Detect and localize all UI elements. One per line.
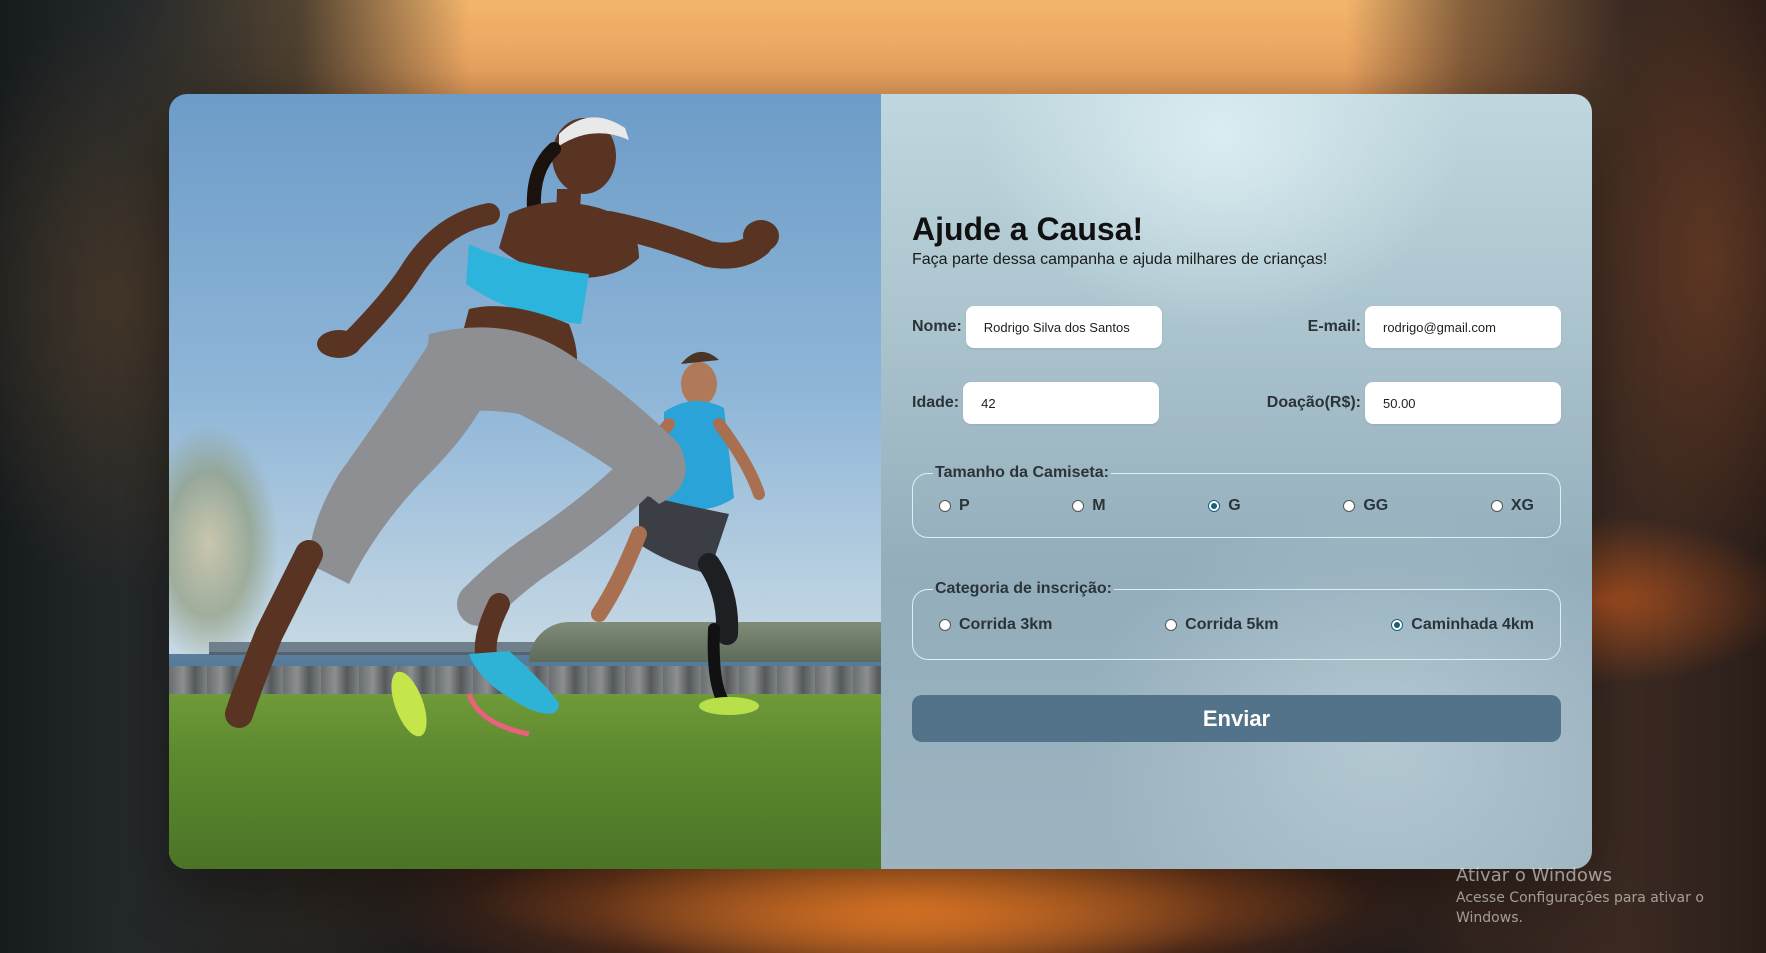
category-option-corrida-3km[interactable]: Corrida 3km <box>939 616 1052 634</box>
category-option-label: Corrida 5km <box>1185 616 1279 633</box>
category-option-corrida-5km[interactable]: Corrida 5km <box>1165 616 1279 634</box>
category-legend: Categoria de inscrição: <box>935 580 1112 597</box>
form-title: Ajude a Causa! <box>912 211 1144 247</box>
row-name-email: Nome: E-mail: <box>912 306 1561 348</box>
shirt-size-option-label: GG <box>1363 497 1389 514</box>
email-field-group: E-mail: <box>1308 306 1561 348</box>
donation-field-group: Doação(R$): <box>1267 382 1561 424</box>
shirt-size-legend: Tamanho da Camiseta: <box>935 464 1109 481</box>
email-input[interactable] <box>1365 306 1561 348</box>
donation-label: Doação(R$): <box>1266 394 1361 411</box>
donation-card: Ajude a Causa! Faça parte dessa campanha… <box>169 94 1592 869</box>
category-option-label: Corrida 3km <box>959 616 1053 633</box>
category-option-caminhada-4km[interactable]: Caminhada 4km <box>1391 616 1534 634</box>
radio-button[interactable] <box>1343 500 1356 512</box>
name-input[interactable] <box>965 306 1162 348</box>
radio-button[interactable] <box>939 500 951 512</box>
windows-activation-watermark: Ativar o Windows Acesse Configurações pa… <box>1456 864 1766 928</box>
runners-illustration <box>225 117 779 737</box>
submit-button[interactable]: Enviar <box>912 695 1561 742</box>
age-input[interactable] <box>963 382 1160 424</box>
name-field-group: Nome: <box>912 306 1162 348</box>
shirt-size-option-p[interactable]: P <box>939 497 970 515</box>
shirt-size-option-gg[interactable]: GG <box>1343 497 1388 515</box>
donation-input[interactable] <box>1365 382 1561 424</box>
hero-image-runners <box>169 94 881 869</box>
shirt-size-option-label: XG <box>1510 497 1534 514</box>
radio-button[interactable] <box>1072 500 1085 512</box>
shirt-size-option-m[interactable]: M <box>1072 497 1106 515</box>
shirt-size-option-label: G <box>1228 497 1241 514</box>
shirt-size-option-g[interactable]: G <box>1208 497 1241 515</box>
row-age-donation: Idade: Doação(R$): <box>912 382 1561 424</box>
radio-button[interactable] <box>1490 500 1503 512</box>
radio-button-selected[interactable] <box>1208 500 1221 512</box>
shirt-size-option-label: P <box>959 497 970 514</box>
age-label: Idade: <box>912 394 960 411</box>
category-option-label: Caminhada 4km <box>1411 616 1534 633</box>
radio-button[interactable] <box>1165 619 1178 631</box>
radio-button[interactable] <box>939 619 951 631</box>
category-options: Corrida 3km Corrida 5km Caminhada 4km <box>939 596 1534 654</box>
name-label: Nome: <box>912 318 962 335</box>
radio-button-selected[interactable] <box>1391 619 1404 631</box>
donation-form: Ajude a Causa! Faça parte dessa campanha… <box>881 94 1592 869</box>
shirt-size-option-xg[interactable]: XG <box>1490 497 1534 515</box>
category-fieldset: Categoria de inscrição: Corrida 3km Corr… <box>912 580 1561 660</box>
age-field-group: Idade: <box>912 382 1160 424</box>
email-label: E-mail: <box>1307 318 1361 335</box>
watermark-title: Ativar o Windows <box>1456 865 1612 886</box>
shirt-size-option-label: M <box>1092 497 1106 514</box>
watermark-subtitle: Acesse Configurações para ativar o Windo… <box>1456 890 1704 926</box>
form-subtitle: Faça parte dessa campanha e ajuda milhar… <box>912 251 1328 268</box>
shirt-size-options: P M G GG XG <box>939 480 1534 532</box>
shirt-size-fieldset: Tamanho da Camiseta: P M G GG XG <box>912 464 1561 538</box>
